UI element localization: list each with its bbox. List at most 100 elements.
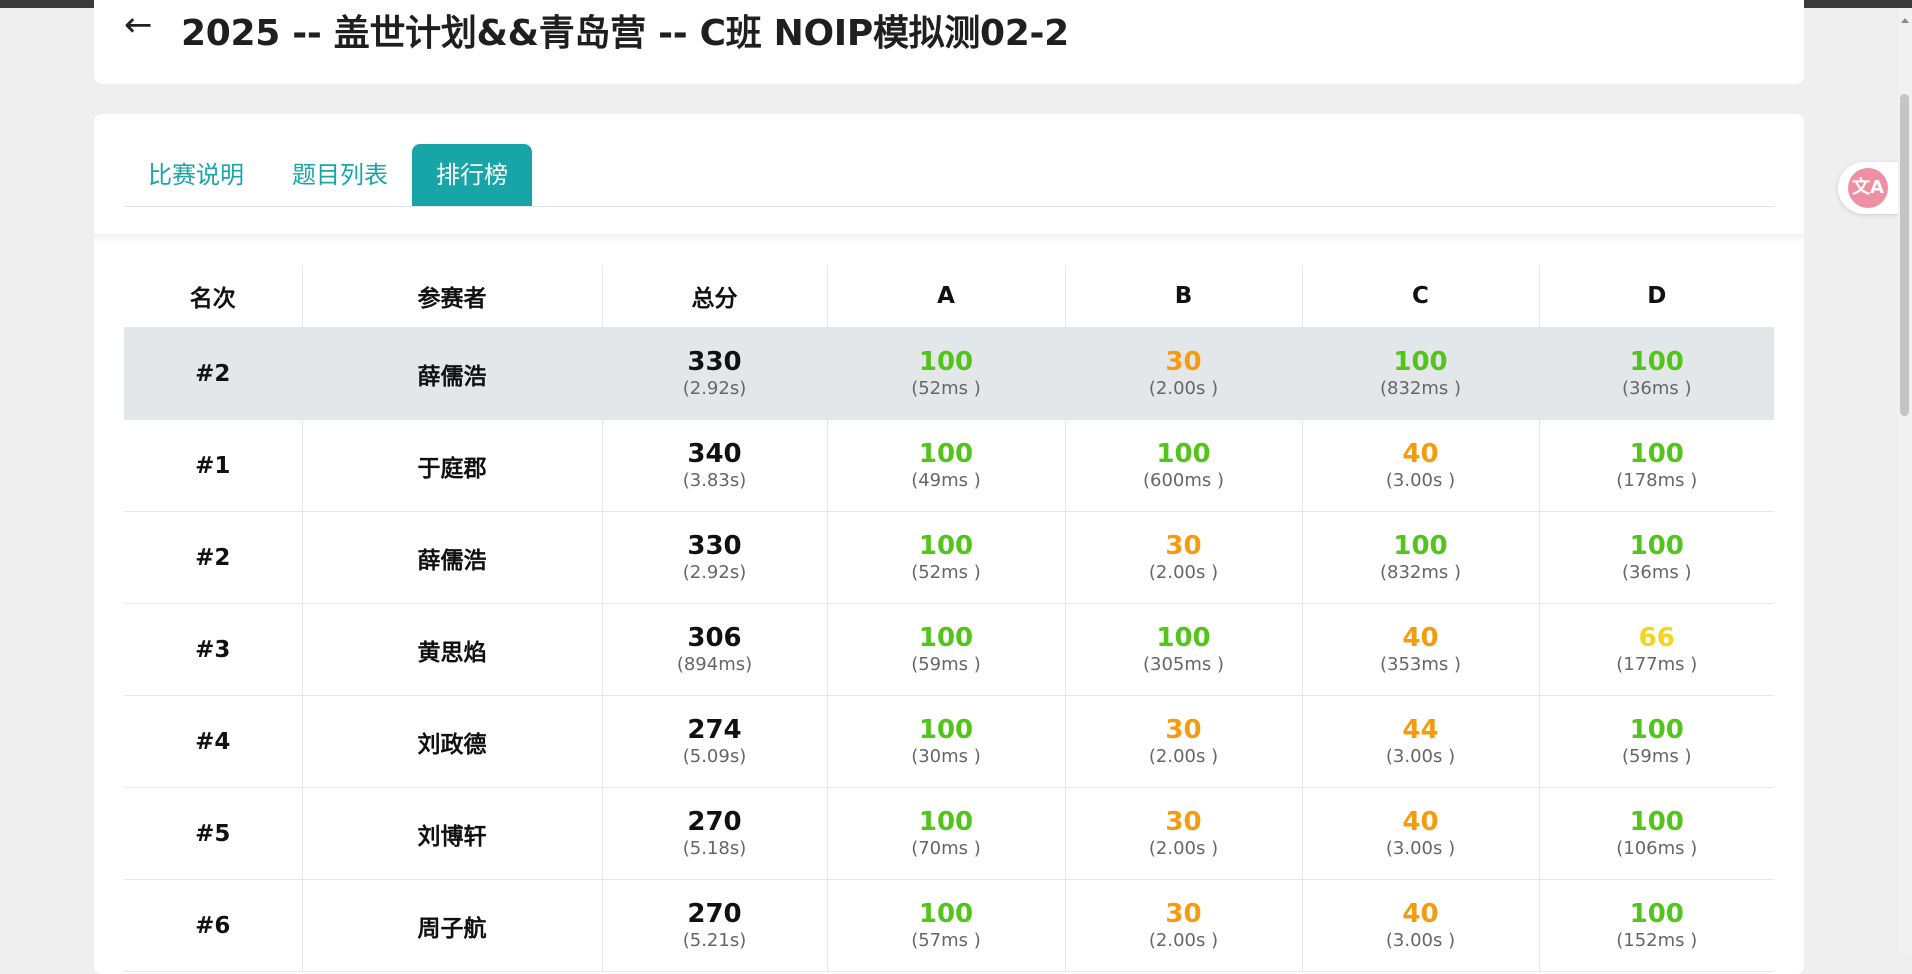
problem-score: 40 [1402, 806, 1439, 837]
translate-button[interactable]: 文A [1838, 162, 1898, 214]
total-score: 330 [687, 530, 742, 561]
problem-time: (36ms ) [1621, 377, 1692, 399]
problem-score: 100 [918, 346, 974, 377]
problem-a-cell[interactable]: 100 (70ms ) [827, 787, 1066, 880]
problem-score: 100 [1629, 530, 1684, 561]
problem-b-cell[interactable]: 30 (2.00s ) [1065, 879, 1303, 972]
problem-b-cell[interactable]: 100 (600ms ) [1065, 419, 1303, 512]
problem-score: 30 [1165, 898, 1202, 929]
problem-c-cell[interactable]: 40 (353ms ) [1302, 603, 1540, 696]
problem-d-cell[interactable]: 66 (177ms ) [1539, 603, 1774, 696]
problem-a-cell[interactable]: 100 (52ms ) [827, 511, 1066, 604]
problem-score: 100 [1629, 806, 1684, 837]
column-header-total[interactable]: 总分 [602, 265, 828, 328]
problem-d-cell[interactable]: 100 (152ms ) [1539, 879, 1774, 972]
problem-score: 44 [1402, 714, 1439, 745]
problem-d-cell[interactable]: 100 (36ms ) [1539, 327, 1774, 420]
column-header-rank[interactable]: 名次 [124, 265, 303, 328]
problem-time: (3.00s ) [1385, 929, 1456, 951]
problem-time: (832ms ) [1379, 377, 1462, 399]
rank-cell: #2 [124, 511, 303, 604]
problem-c-cell[interactable]: 40 (3.00s ) [1302, 787, 1540, 880]
rank-cell: #6 [124, 879, 303, 972]
rank-cell: #1 [124, 419, 303, 512]
problem-c-cell[interactable]: 44 (3.00s ) [1302, 695, 1540, 788]
problem-time: (49ms ) [911, 469, 981, 491]
problem-score: 40 [1402, 622, 1439, 653]
problem-score: 100 [918, 438, 974, 469]
table-row: #2 薛儒浩 330 (2.92s) 100 (52ms ) 30 (2.00s ) 100 (8… [124, 511, 1774, 604]
problem-d-cell[interactable]: 100 (106ms ) [1539, 787, 1774, 880]
problem-b-cell[interactable]: 30 (2.00s ) [1065, 695, 1303, 788]
problem-time: (3.00s ) [1385, 837, 1456, 859]
participant-name[interactable]: 黄思焰 [302, 603, 603, 696]
column-header-problem-a[interactable]: A [827, 265, 1066, 328]
scroll-up-icon[interactable] [1901, 18, 1909, 23]
participant-name[interactable]: 薛儒浩 [302, 327, 603, 420]
problem-time: (59ms ) [1621, 745, 1692, 767]
arrow-left-icon[interactable]: ← [124, 8, 153, 42]
problem-c-cell[interactable]: 40 (3.00s ) [1302, 879, 1540, 972]
problem-c-cell[interactable]: 100 (832ms ) [1302, 327, 1540, 420]
problem-score: 100 [1393, 530, 1448, 561]
column-header-problem-d[interactable]: D [1539, 265, 1774, 328]
problem-b-cell[interactable]: 30 (2.00s ) [1065, 511, 1303, 604]
problem-a-cell[interactable]: 100 (57ms ) [827, 879, 1066, 972]
problem-score: 66 [1638, 622, 1675, 653]
problem-score: 100 [1156, 438, 1211, 469]
total-time: (2.92s) [682, 377, 747, 399]
problem-score: 100 [1629, 346, 1684, 377]
problem-a-cell[interactable]: 100 (30ms ) [827, 695, 1066, 788]
problem-score: 100 [918, 714, 974, 745]
column-header-participant[interactable]: 参赛者 [302, 265, 603, 328]
total-time: (5.21s) [682, 929, 747, 951]
total-score: 330 [687, 346, 742, 377]
participant-name[interactable]: 刘博轩 [302, 787, 603, 880]
problem-d-cell[interactable]: 100 (178ms ) [1539, 419, 1774, 512]
scrollbar-thumb[interactable] [1900, 94, 1909, 416]
total-cell: 270 (5.21s) [602, 879, 828, 972]
problem-c-cell[interactable]: 100 (832ms ) [1302, 511, 1540, 604]
problem-time: (3.00s ) [1385, 745, 1456, 767]
problem-score: 100 [918, 530, 974, 561]
problem-d-cell[interactable]: 100 (36ms ) [1539, 511, 1774, 604]
problem-score: 100 [1629, 438, 1684, 469]
problem-time: (305ms ) [1142, 653, 1225, 675]
problem-score: 30 [1165, 806, 1202, 837]
problem-b-cell[interactable]: 30 (2.00s ) [1065, 787, 1303, 880]
problem-time: (2.00s ) [1148, 745, 1219, 767]
problem-a-cell[interactable]: 100 (52ms ) [827, 327, 1066, 420]
participant-name[interactable]: 周子航 [302, 879, 603, 972]
scrollbar[interactable] [1898, 8, 1912, 953]
problem-time: (832ms ) [1379, 561, 1462, 583]
problem-a-cell[interactable]: 100 (49ms ) [827, 419, 1066, 512]
tab-problem-list[interactable]: 题目列表 [268, 144, 412, 206]
leaderboard-table: 名次 参赛者 总分 A B C D #2 薛儒浩 330 (2.92s) 100 (52m… [124, 265, 1774, 972]
tab-contest-description[interactable]: 比赛说明 [124, 144, 268, 206]
problem-score: 100 [918, 622, 974, 653]
problem-time: (70ms ) [911, 837, 981, 859]
problem-time: (57ms ) [911, 929, 981, 951]
tab-leaderboard[interactable]: 排行榜 [412, 144, 532, 206]
problem-b-cell[interactable]: 30 (2.00s ) [1065, 327, 1303, 420]
rank-cell: #2 [124, 327, 303, 420]
total-cell: 270 (5.18s) [602, 787, 828, 880]
column-header-problem-c[interactable]: C [1302, 265, 1540, 328]
problem-c-cell[interactable]: 40 (3.00s ) [1302, 419, 1540, 512]
page-title: 2025 -- 盖世计划&&青岛营 -- C班 NOIP模拟测02-2 [181, 13, 1069, 54]
participant-name[interactable]: 薛儒浩 [302, 511, 603, 604]
rank-cell: #3 [124, 603, 303, 696]
total-time: (5.09s) [682, 745, 747, 767]
table-row: #2 薛儒浩 330 (2.92s) 100 (52ms ) 30 (2.00s ) 100 (8… [124, 327, 1774, 420]
problem-score: 40 [1402, 438, 1439, 469]
participant-name[interactable]: 于庭郡 [302, 419, 603, 512]
problem-d-cell[interactable]: 100 (59ms ) [1539, 695, 1774, 788]
problem-score: 100 [1156, 622, 1211, 653]
column-header-problem-b[interactable]: B [1065, 265, 1303, 328]
translate-icon: 文A [1848, 168, 1888, 208]
rank-cell: #4 [124, 695, 303, 788]
problem-a-cell[interactable]: 100 (59ms ) [827, 603, 1066, 696]
problem-b-cell[interactable]: 100 (305ms ) [1065, 603, 1303, 696]
problem-score: 100 [918, 806, 974, 837]
participant-name[interactable]: 刘政德 [302, 695, 603, 788]
